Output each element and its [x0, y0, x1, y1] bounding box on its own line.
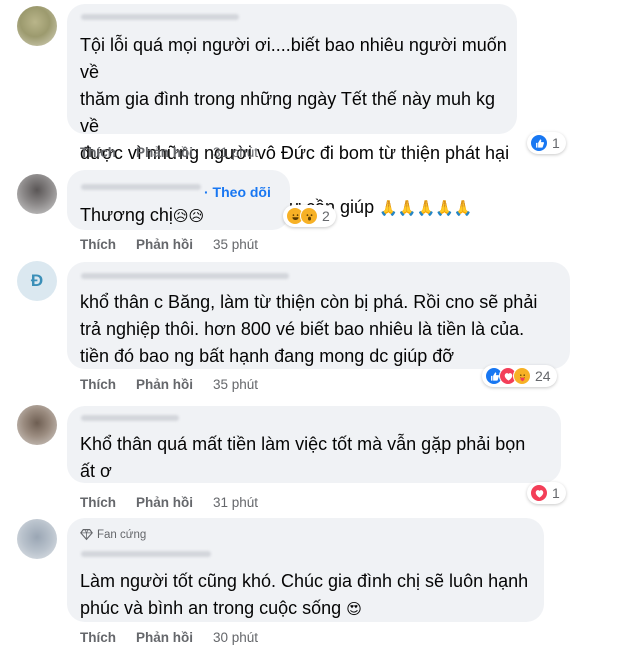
comment-text: Khổ thân quá mất tiền làm việc tốt mà vẫ…: [80, 431, 525, 485]
reaction-count: 1: [552, 485, 560, 501]
reaction-summary[interactable]: 24: [482, 365, 557, 387]
comment-line: trả nghiệp thôi. hơn 800 vé biết bao nhi…: [80, 319, 525, 339]
reaction-summary[interactable]: 1: [527, 482, 566, 504]
comment-bubble: khổ thân c Băng, làm từ thiện còn bị phá…: [67, 262, 570, 369]
comment-bubble: Khổ thân quá mất tiền làm việc tốt mà vẫ…: [67, 406, 561, 483]
reply-button[interactable]: Phản hồi: [136, 145, 193, 160]
comment-line: Tội lỗi quá mọi người ơi....biết bao nhi…: [80, 35, 507, 82]
comment-line: Khổ thân quá mất tiền làm việc tốt mà vẫ…: [80, 434, 526, 454]
comment-line: phúc và bình an trong cuộc sống 😍: [80, 598, 362, 618]
timestamp[interactable]: 35 phút: [213, 237, 258, 252]
like-icon: [530, 134, 548, 152]
comment-line: ất ơ: [80, 461, 112, 481]
reaction-count: 24: [535, 368, 551, 384]
reaction-count: 1: [552, 135, 560, 151]
reaction-count: 2: [322, 208, 330, 224]
timestamp[interactable]: 31 phút: [213, 145, 258, 160]
diamond-icon: [80, 529, 93, 541]
like-button[interactable]: Thích: [80, 495, 116, 510]
comment-bubble: · Theo dõi Thương chị😥😥: [67, 170, 290, 230]
avatar[interactable]: [17, 519, 57, 559]
pray-emoji: 🙏🙏🙏🙏🙏: [379, 200, 473, 217]
avatar-letter: Đ: [30, 271, 44, 290]
comment-actions: Thích Phản hồi 30 phút: [80, 630, 258, 645]
reply-button[interactable]: Phản hồi: [136, 237, 193, 252]
reply-button[interactable]: Phản hồi: [136, 377, 193, 392]
timestamp[interactable]: 30 phút: [213, 630, 258, 645]
comment-actions: Thích Phản hồi 31 phút: [80, 145, 258, 160]
avatar[interactable]: [17, 405, 57, 445]
author-name-redacted[interactable]: [81, 273, 289, 279]
comment-line: Làm người tốt cũng khó. Chúc gia đình ch…: [80, 571, 529, 591]
reaction-summary[interactable]: 2: [283, 205, 336, 227]
comment-text: khổ thân c Băng, làm từ thiện còn bị phá…: [80, 289, 537, 370]
fan-badge[interactable]: Fan cứng: [80, 528, 146, 541]
comment-actions: Thích Phản hồi 35 phút: [80, 377, 258, 392]
reply-button[interactable]: Phản hồi: [136, 630, 193, 645]
comment-actions: Thích Phản hồi 31 phút: [80, 495, 258, 510]
wow-icon: [300, 207, 318, 225]
comment-line: tiền đó bao ng bất hạnh đang mong dc giú…: [80, 346, 455, 366]
care-icon: [513, 367, 531, 385]
comment-line: thăm gia đình trong những ngày Tết thế n…: [80, 89, 495, 136]
like-button[interactable]: Thích: [80, 237, 116, 252]
avatar[interactable]: [17, 6, 57, 46]
reaction-summary[interactable]: 1: [527, 132, 566, 154]
comment-bubble: Tội lỗi quá mọi người ơi....biết bao nhi…: [67, 4, 517, 217]
timestamp[interactable]: 35 phút: [213, 377, 258, 392]
author-name-redacted[interactable]: [81, 184, 201, 190]
sad-emoji: 😥😥: [172, 208, 205, 225]
avatar[interactable]: [17, 174, 57, 214]
heart-eyes-emoji: 😍: [346, 601, 362, 618]
author-name-redacted[interactable]: [81, 415, 179, 421]
like-button[interactable]: Thích: [80, 145, 116, 160]
follow-button[interactable]: · Theo dõi: [204, 184, 271, 200]
author-name-redacted[interactable]: [81, 14, 239, 20]
comment-text: Làm người tốt cũng khó. Chúc gia đình ch…: [80, 568, 528, 623]
author-name-redacted[interactable]: [81, 551, 211, 557]
comment-bubble: Fan cứng Làm người tốt cũng khó. Chúc gi…: [67, 518, 544, 622]
heart-icon: [530, 484, 548, 502]
comment-actions: Thích Phản hồi 35 phút: [80, 237, 258, 252]
reply-button[interactable]: Phản hồi: [136, 495, 193, 510]
avatar[interactable]: Đ: [17, 261, 57, 301]
like-button[interactable]: Thích: [80, 377, 116, 392]
timestamp[interactable]: 31 phút: [213, 495, 258, 510]
comment-text: Thương chị😥😥: [80, 205, 205, 225]
comment-line: khổ thân c Băng, làm từ thiện còn bị phá…: [80, 292, 538, 312]
like-button[interactable]: Thích: [80, 630, 116, 645]
